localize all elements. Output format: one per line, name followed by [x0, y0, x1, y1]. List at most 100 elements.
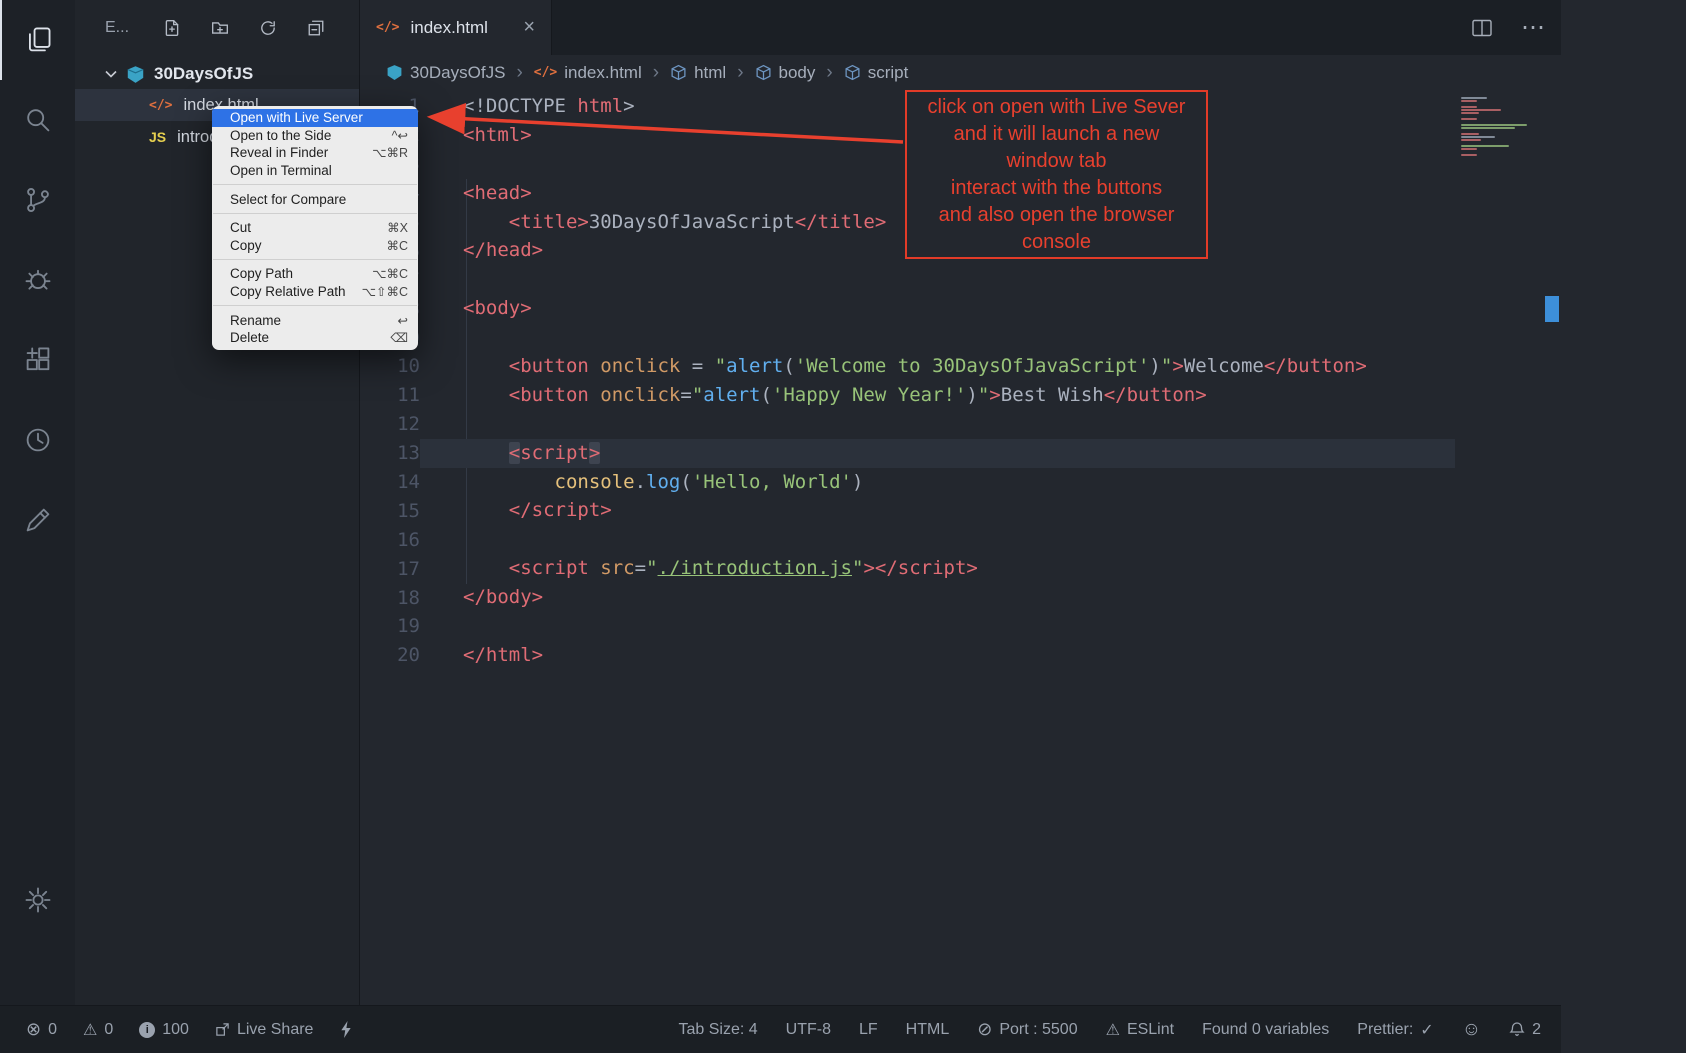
live-share-button[interactable]: Live Share: [215, 1021, 314, 1039]
code-line-17[interactable]: 17 <script src="./introduction.js"></scr…: [360, 554, 1545, 583]
extensions-icon: [23, 345, 53, 375]
line-number: 10: [360, 355, 420, 377]
line-number: 17: [360, 558, 420, 580]
activity-explorer-button[interactable]: [0, 0, 75, 80]
folder-icon: [386, 64, 403, 81]
code-line-20[interactable]: 20</html>: [360, 641, 1545, 670]
chevron-down-icon: [105, 70, 117, 78]
chevron-right-icon: [735, 62, 745, 84]
problems-info[interactable]: 100: [139, 1021, 189, 1039]
scrollbar[interactable]: [1545, 90, 1561, 1005]
minimap-line: [1461, 100, 1545, 102]
line-number: 16: [360, 529, 420, 551]
feedback-button[interactable]: [1462, 1019, 1481, 1041]
problems-errors[interactable]: 0: [26, 1019, 57, 1040]
symbol-cube-icon: [670, 64, 687, 81]
breadcrumb-html[interactable]: html: [670, 63, 726, 83]
notifications-button[interactable]: 2: [1509, 1021, 1541, 1039]
activity-debug-button[interactable]: [0, 240, 75, 320]
menu-item-cut[interactable]: Cut⌘X: [212, 219, 418, 237]
code-line-7[interactable]: 7: [360, 265, 1545, 294]
breadcrumb-file[interactable]: index.html: [534, 63, 642, 83]
more-actions-icon[interactable]: [1521, 23, 1545, 33]
new-file-icon: [163, 19, 181, 37]
bolt-button[interactable]: [339, 1020, 353, 1039]
minimap-line: [1461, 139, 1545, 141]
minimap-line: [1461, 154, 1545, 156]
menu-item-copy-path[interactable]: Copy Path⌥⌘C: [212, 265, 418, 283]
refresh-button[interactable]: [259, 19, 277, 37]
files-icon: [23, 25, 53, 55]
minimap[interactable]: [1455, 90, 1545, 1005]
notification-count: 2: [1532, 1021, 1541, 1039]
encoding-indicator[interactable]: UTF-8: [786, 1021, 831, 1039]
eslint-indicator[interactable]: ESLint: [1106, 1020, 1174, 1040]
breadcrumb: 30DaysOfJS index.html html body script: [360, 55, 1561, 90]
minimap-line: [1461, 103, 1545, 105]
activity-search-button[interactable]: [0, 80, 75, 160]
symbol-cube-icon: [755, 64, 772, 81]
code-line-15[interactable]: 15 </script>: [360, 496, 1545, 525]
breadcrumb-label: script: [868, 63, 909, 83]
port-indicator[interactable]: Port : 5500: [977, 1019, 1077, 1040]
menu-item-reveal-in-finder[interactable]: Reveal in Finder⌥⌘R: [212, 144, 418, 162]
activity-clock-button[interactable]: [0, 400, 75, 480]
activity-bar: [0, 0, 75, 1005]
code-line-8[interactable]: 8<body>: [360, 294, 1545, 323]
menu-item-delete[interactable]: Delete⌫: [212, 329, 418, 347]
collapse-all-button[interactable]: [307, 19, 325, 37]
menu-item-rename[interactable]: Rename↩: [212, 311, 418, 329]
code-line-12[interactable]: 12: [360, 410, 1545, 439]
folder-root-row[interactable]: 30DaysOfJS: [75, 59, 359, 89]
variables-indicator[interactable]: Found 0 variables: [1202, 1021, 1329, 1039]
tab-bar: index.html: [360, 0, 1561, 55]
code-line-18[interactable]: 18</body>: [360, 583, 1545, 612]
html-file-icon: [534, 65, 557, 80]
activity-extensions-button[interactable]: [0, 320, 75, 400]
code-line-14[interactable]: 14 console.log('Hello, World'): [360, 468, 1545, 497]
minimap-line: [1461, 127, 1545, 129]
prettier-indicator[interactable]: Prettier:: [1357, 1020, 1433, 1040]
minimap-line: [1461, 133, 1545, 135]
code-line-11[interactable]: 11 <button onclick="alert('Happy New Yea…: [360, 381, 1545, 410]
menu-item-open-in-terminal[interactable]: Open in Terminal: [212, 162, 418, 180]
bolt-icon: [339, 1020, 353, 1039]
menu-item-copy-relative-path[interactable]: Copy Relative Path⌥⇧⌘C: [212, 283, 418, 301]
clock-icon: [23, 425, 53, 455]
code-line-10[interactable]: 10 <button onclick = "alert('Welcome to …: [360, 352, 1545, 381]
activity-source-control-button[interactable]: [0, 160, 75, 240]
language-label: HTML: [906, 1021, 950, 1039]
breadcrumb-script[interactable]: script: [844, 63, 909, 83]
port-label: Port : 5500: [999, 1021, 1077, 1039]
menu-item-open-to-the-side[interactable]: Open to the Side^↩: [212, 127, 418, 145]
code-line-9[interactable]: 9: [360, 323, 1545, 352]
code-line-13[interactable]: 13 <script>: [360, 439, 1545, 468]
live-share-label: Live Share: [237, 1021, 314, 1039]
code-line-19[interactable]: 19: [360, 612, 1545, 641]
menu-item-select-for-compare[interactable]: Select for Compare: [212, 190, 418, 208]
source-control-icon: [23, 185, 53, 215]
line-number: 15: [360, 500, 420, 522]
breadcrumb-body[interactable]: body: [755, 63, 816, 83]
code-line-16[interactable]: 16: [360, 525, 1545, 554]
eol-indicator[interactable]: LF: [859, 1021, 878, 1039]
close-tab-icon[interactable]: [523, 16, 535, 39]
activity-pen-button[interactable]: [0, 480, 75, 560]
menu-separator: [213, 259, 417, 260]
settings-button[interactable]: [0, 860, 75, 940]
new-file-button[interactable]: [163, 19, 181, 37]
menu-item-open-with-live-server[interactable]: Open with Live Server: [212, 109, 418, 127]
new-folder-button[interactable]: [211, 19, 229, 37]
tab-size-indicator[interactable]: Tab Size: 4: [679, 1021, 758, 1039]
minimap-line: [1461, 151, 1545, 153]
explorer-header: E...: [75, 0, 359, 55]
tab-label: index.html: [410, 18, 487, 38]
minimap-line: [1461, 145, 1545, 147]
menu-item-copy[interactable]: Copy⌘C: [212, 237, 418, 255]
breadcrumb-folder[interactable]: 30DaysOfJS: [386, 63, 505, 83]
problems-warnings[interactable]: 0: [83, 1020, 113, 1040]
tab-index-html[interactable]: index.html: [360, 0, 552, 55]
language-indicator[interactable]: HTML: [906, 1021, 950, 1039]
annotation-text: click on open with Live Sever and it wil…: [907, 92, 1206, 256]
split-editor-icon[interactable]: [1471, 17, 1493, 39]
